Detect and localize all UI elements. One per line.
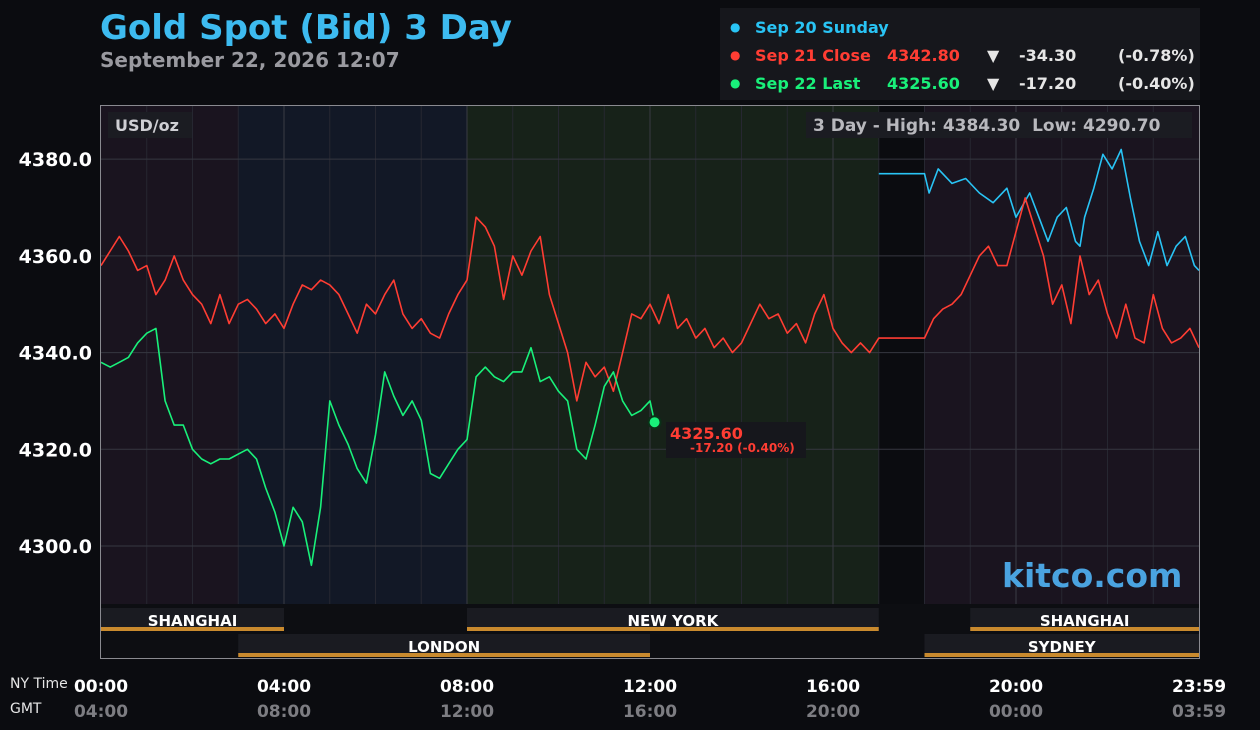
- down-arrow-icon: ▼: [987, 46, 1000, 65]
- down-arrow-icon: ▼: [987, 74, 1000, 93]
- legend-price: 4342.80: [887, 46, 960, 65]
- x-tick-label-gmt: 16:00: [623, 702, 677, 722]
- market-new-york-label: NEW YORK: [627, 612, 719, 630]
- x-tick-label-ny: 20:00: [989, 677, 1043, 697]
- market-shanghai-evening-label: SHANGHAI: [1040, 612, 1130, 630]
- y-axis: 4300.0 4320.0 4340.0 4360.0 4380.0: [19, 149, 92, 558]
- y-tick-label: 4300.0: [19, 536, 92, 558]
- x-tick-label-ny: 04:00: [257, 677, 311, 697]
- x-tick-label-ny: 12:00: [623, 677, 677, 697]
- x-tick-label-gmt: 20:00: [806, 702, 860, 722]
- y-tick-label: 4340.0: [19, 343, 92, 365]
- market-shanghai-morning-label: SHANGHAI: [148, 612, 238, 630]
- legend-change: -17.20: [1019, 74, 1077, 93]
- legend-price: 4325.60: [887, 74, 960, 93]
- x-tick-label-ny: 00:00: [74, 677, 128, 697]
- last-price-marker: [647, 415, 662, 430]
- x-tick-label-ny: 23:59: [1172, 677, 1226, 697]
- y-tick-label: 4360.0: [19, 246, 92, 268]
- chart-title: Gold Spot (Bid) 3 Day: [100, 8, 512, 48]
- y-tick-label: 4320.0: [19, 439, 92, 461]
- session-shade: [878, 106, 925, 604]
- y-tick-label: 4380.0: [19, 149, 92, 171]
- legend-label: Sep 21 Close: [755, 46, 871, 65]
- high-low-label: 3 Day - High: 4384.30 Low: 4290.70: [813, 116, 1161, 136]
- session-shade: [101, 106, 239, 604]
- watermark: kitco.com: [1002, 556, 1183, 595]
- unit-label: USD/oz: [115, 116, 179, 135]
- legend-label: Sep 22 Last: [755, 74, 861, 93]
- legend-percent: (-0.40%): [1118, 74, 1195, 93]
- chart-subtitle: September 22, 2026 12:07: [100, 48, 400, 72]
- x-axis: 00:00 04:00 04:00 08:00 08:00 12:00 12:00 16:00…: [74, 677, 1226, 722]
- x-tick-label-ny: 16:00: [806, 677, 860, 697]
- x-tick-label-gmt: 08:00: [257, 702, 311, 722]
- last-change-label: -17.20 (-0.40%): [690, 441, 795, 455]
- x-tick-label-gmt: 00:00: [989, 702, 1043, 722]
- legend-dot-icon: ●: [730, 48, 741, 62]
- legend-change: -34.30: [1019, 46, 1077, 65]
- legend: ● Sep 20 Sunday ● Sep 21 Close 4342.80 ▼…: [720, 8, 1200, 100]
- market-sydney-label: SYDNEY: [1028, 638, 1097, 656]
- x-tick-label-gmt: 03:59: [1172, 702, 1226, 722]
- session-shade: [238, 106, 467, 604]
- legend-percent: (-0.78%): [1118, 46, 1195, 65]
- legend-dot-icon: ●: [730, 20, 741, 34]
- gmt-label: GMT: [10, 701, 42, 717]
- market-london-label: LONDON: [408, 638, 480, 656]
- x-tick-label-ny: 08:00: [440, 677, 494, 697]
- legend-label: Sep 20 Sunday: [755, 18, 889, 37]
- x-tick-label-gmt: 04:00: [74, 702, 128, 722]
- legend-dot-icon: ●: [730, 76, 741, 90]
- gold-price-chart: SHANGHAI LONDON NEW YORK SYDNEY SHANGHAI 430…: [10, 105, 1226, 722]
- x-tick-label-gmt: 12:00: [440, 702, 494, 722]
- ny-time-label: NY Time: [10, 676, 68, 692]
